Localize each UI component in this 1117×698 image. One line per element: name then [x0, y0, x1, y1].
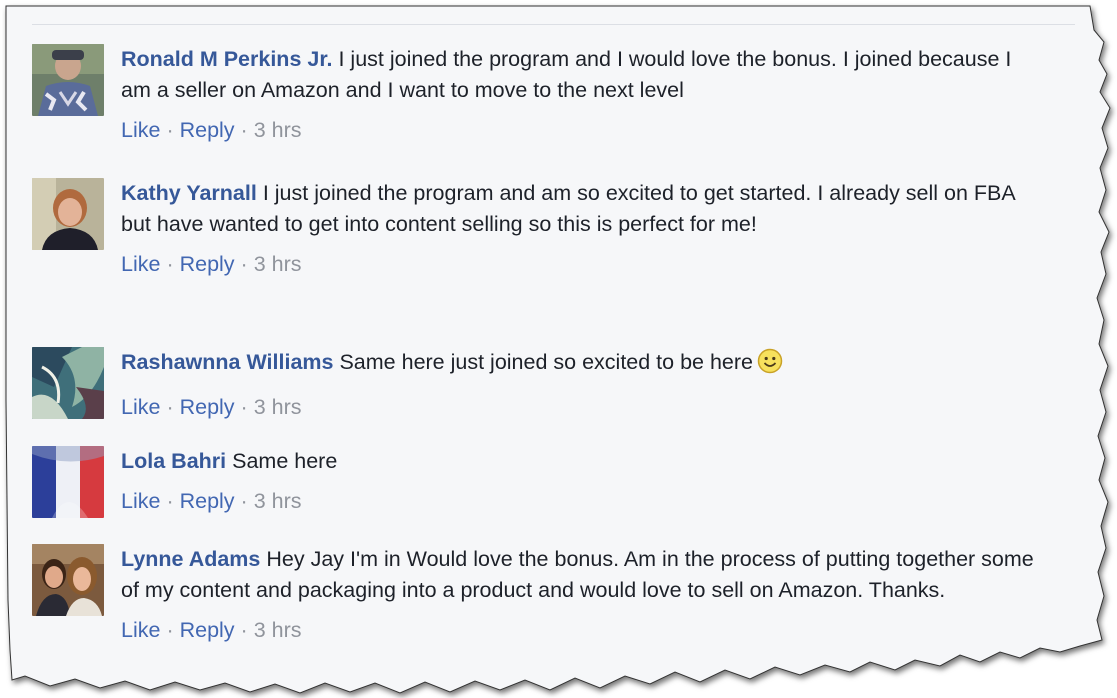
like-link[interactable]: Like: [121, 252, 160, 276]
reply-link[interactable]: Reply: [180, 489, 235, 513]
smiley-face-icon: [757, 348, 783, 383]
like-link[interactable]: Like: [121, 489, 160, 513]
comment-body: Same here: [232, 449, 338, 473]
timestamp[interactable]: 3 hrs: [254, 618, 302, 642]
avatar[interactable]: [32, 446, 104, 518]
separator-dot: ·: [166, 252, 174, 276]
separator-dot: ·: [166, 395, 174, 419]
separator-dot: ·: [240, 118, 248, 142]
comment-body: Same here just joined so excited to be h…: [339, 350, 753, 374]
separator-dot: ·: [166, 618, 174, 642]
comment-text: Kathy Yarnall I just joined the program …: [121, 178, 1041, 240]
reply-link[interactable]: Reply: [180, 395, 235, 419]
timestamp[interactable]: 3 hrs: [254, 118, 302, 142]
like-link[interactable]: Like: [121, 118, 160, 142]
comment-author-link[interactable]: Lynne Adams: [121, 547, 260, 571]
separator-dot: ·: [166, 118, 174, 142]
avatar[interactable]: [32, 178, 104, 250]
separator-dot: ·: [240, 252, 248, 276]
woman-portrait-avatar: [32, 178, 104, 250]
comment-author-link[interactable]: Lola Bahri: [121, 449, 226, 473]
comment-text: Lynne Adams Hey Jay I'm in Would love th…: [121, 544, 1041, 606]
comment-actions: Like · Reply · 3 hrs: [121, 487, 1041, 515]
timestamp[interactable]: 3 hrs: [254, 395, 302, 419]
comment-author-link[interactable]: Ronald M Perkins Jr.: [121, 47, 332, 71]
timestamp[interactable]: 3 hrs: [254, 489, 302, 513]
timestamp[interactable]: 3 hrs: [254, 252, 302, 276]
couple-photo-avatar: [32, 544, 104, 616]
like-link[interactable]: Like: [121, 395, 160, 419]
abstract-painting-avatar: [32, 347, 104, 419]
reply-link[interactable]: Reply: [180, 118, 235, 142]
avatar[interactable]: [32, 44, 104, 116]
separator-dot: ·: [240, 395, 248, 419]
separator-dot: ·: [240, 618, 248, 642]
avatar[interactable]: [32, 347, 104, 419]
reply-link[interactable]: Reply: [180, 618, 235, 642]
divider: [32, 24, 1075, 25]
separator-dot: ·: [240, 489, 248, 513]
comments-panel: Ronald M Perkins Jr. I just joined the p…: [0, 0, 1117, 698]
comment-actions: Like · Reply · 3 hrs: [121, 116, 1041, 144]
comment-author-link[interactable]: Kathy Yarnall: [121, 181, 257, 205]
comment-actions: Like · Reply · 3 hrs: [121, 616, 1041, 644]
avatar[interactable]: [32, 544, 104, 616]
separator-dot: ·: [166, 489, 174, 513]
reply-link[interactable]: Reply: [180, 252, 235, 276]
comment-actions: Like · Reply · 3 hrs: [121, 393, 1041, 421]
comment-text: Ronald M Perkins Jr. I just joined the p…: [121, 44, 1041, 106]
man-with-cap-avatar: [32, 44, 104, 116]
comment-author-link[interactable]: Rashawnna Williams: [121, 350, 333, 374]
comment-text: Lola Bahri Same here: [121, 446, 1041, 477]
comment-actions: Like · Reply · 3 hrs: [121, 250, 1041, 278]
comment-text: Rashawnna Williams Same here just joined…: [121, 347, 1041, 383]
french-flag-avatar: [32, 446, 104, 518]
like-link[interactable]: Like: [121, 618, 160, 642]
